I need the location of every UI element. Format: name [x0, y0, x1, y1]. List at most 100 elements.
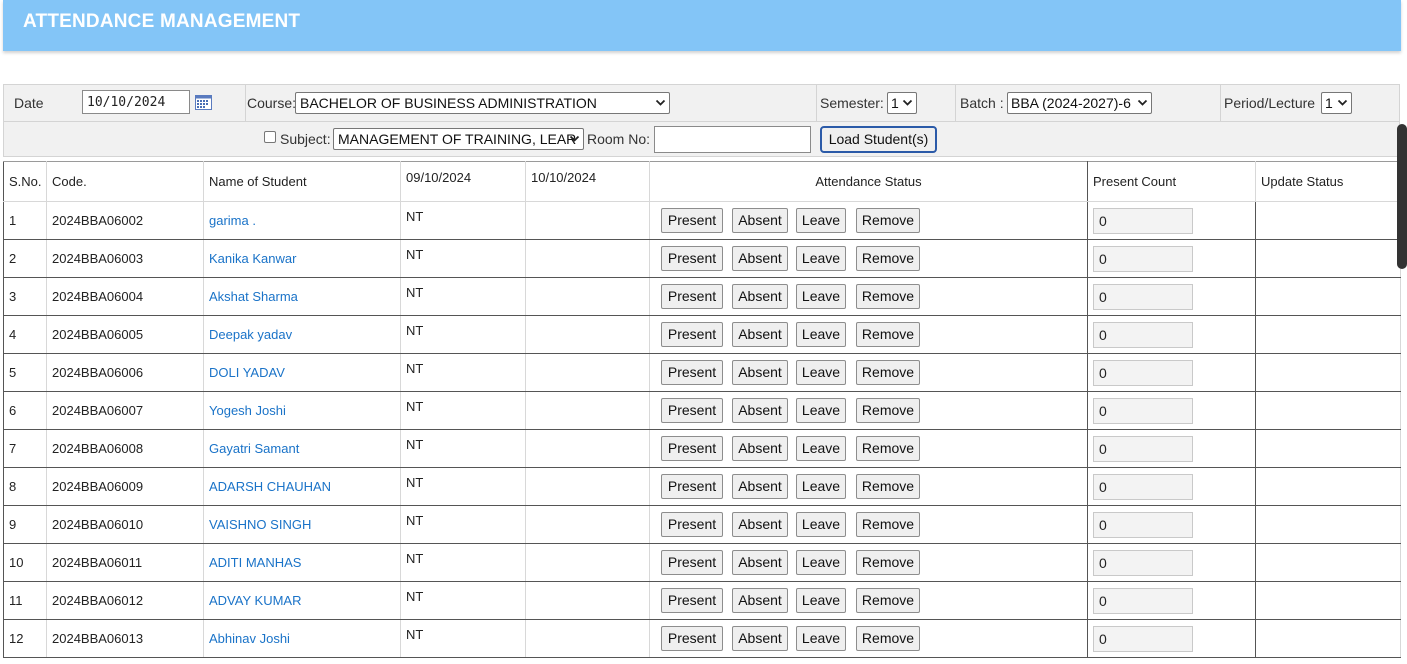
- batch-select[interactable]: BBA (2024-2027)-6: [1007, 92, 1152, 114]
- present-button[interactable]: Present: [661, 588, 723, 613]
- present-count-input[interactable]: 0: [1093, 207, 1193, 234]
- student-name-link[interactable]: Akshat Sharma: [209, 289, 298, 304]
- present-count-input[interactable]: 0: [1093, 435, 1193, 462]
- leave-button[interactable]: Leave: [796, 398, 846, 423]
- cell-attendance: Present Absent Leave Remove: [649, 505, 1088, 544]
- leave-button[interactable]: Leave: [796, 246, 846, 271]
- remove-button[interactable]: Remove: [856, 588, 920, 613]
- present-button[interactable]: Present: [661, 360, 723, 385]
- absent-button[interactable]: Absent: [732, 436, 788, 461]
- cell-update-status: [1255, 277, 1401, 316]
- student-name-link[interactable]: VAISHNO SINGH: [209, 517, 311, 532]
- present-count-input[interactable]: 0: [1093, 625, 1193, 652]
- absent-button[interactable]: Absent: [732, 322, 788, 347]
- absent-button[interactable]: Absent: [732, 626, 788, 651]
- remove-button[interactable]: Remove: [856, 512, 920, 537]
- chevron-down-icon: [1337, 99, 1348, 106]
- cell-date-1: NT: [400, 467, 526, 506]
- student-name-link[interactable]: ADARSH CHAUHAN: [209, 479, 331, 494]
- present-button[interactable]: Present: [661, 474, 723, 499]
- table-row: 11 2024BBA06012 ADVAY KUMAR NT Present Absent…: [3, 581, 1401, 620]
- present-count-input[interactable]: 0: [1093, 587, 1193, 614]
- student-name-link[interactable]: ADITI MANHAS: [209, 555, 301, 570]
- present-button[interactable]: Present: [661, 284, 723, 309]
- present-button[interactable]: Present: [661, 246, 723, 271]
- present-count-input[interactable]: 0: [1093, 283, 1193, 310]
- student-name-link[interactable]: ADVAY KUMAR: [209, 593, 301, 608]
- room-input[interactable]: [654, 126, 811, 153]
- cell-code: 2024BBA06005: [46, 315, 204, 354]
- date-input[interactable]: 10/10/2024: [82, 90, 190, 114]
- present-count-input[interactable]: 0: [1093, 397, 1193, 424]
- present-button[interactable]: Present: [661, 626, 723, 651]
- leave-button[interactable]: Leave: [796, 436, 846, 461]
- present-button[interactable]: Present: [661, 398, 723, 423]
- room-label: Room No:: [587, 131, 651, 147]
- load-students-button[interactable]: Load Student(s): [820, 126, 937, 153]
- course-select[interactable]: BACHELOR OF BUSINESS ADMINISTRATION: [295, 92, 670, 114]
- student-name-link[interactable]: Gayatri Samant: [209, 441, 299, 456]
- cell-code: 2024BBA06003: [46, 239, 204, 278]
- leave-button[interactable]: Leave: [796, 360, 846, 385]
- present-count-input[interactable]: 0: [1093, 359, 1193, 386]
- leave-button[interactable]: Leave: [796, 626, 846, 651]
- student-name-link[interactable]: Kanika Kanwar: [209, 251, 296, 266]
- absent-button[interactable]: Absent: [732, 284, 788, 309]
- present-count-input[interactable]: 0: [1093, 473, 1193, 500]
- student-name-link[interactable]: Abhinav Joshi: [209, 631, 290, 646]
- absent-button[interactable]: Absent: [732, 474, 788, 499]
- remove-button[interactable]: Remove: [856, 284, 920, 309]
- table-row: 10 2024BBA06011 ADITI MANHAS NT Present Absen…: [3, 543, 1401, 582]
- remove-button[interactable]: Remove: [856, 322, 920, 347]
- present-count-input[interactable]: 0: [1093, 245, 1193, 272]
- student-name-link[interactable]: garima .: [209, 213, 256, 228]
- present-button[interactable]: Present: [661, 208, 723, 233]
- absent-button[interactable]: Absent: [732, 512, 788, 537]
- present-count-input[interactable]: 0: [1093, 321, 1193, 348]
- col-header-name: Name of Student: [203, 161, 401, 202]
- student-name-link[interactable]: DOLI YADAV: [209, 365, 285, 380]
- absent-button[interactable]: Absent: [732, 360, 788, 385]
- chevron-down-icon: [902, 99, 913, 106]
- present-button[interactable]: Present: [661, 322, 723, 347]
- cell-present-count: 0: [1087, 543, 1256, 582]
- subject-select[interactable]: MANAGEMENT OF TRAINING, LEAR: [333, 128, 584, 150]
- remove-button[interactable]: Remove: [856, 550, 920, 575]
- table-row: 6 2024BBA06007 Yogesh Joshi NT Present Absent…: [3, 391, 1401, 430]
- cell-present-count: 0: [1087, 505, 1256, 544]
- leave-button[interactable]: Leave: [796, 512, 846, 537]
- remove-button[interactable]: Remove: [856, 436, 920, 461]
- absent-button[interactable]: Absent: [732, 550, 788, 575]
- batch-select-value: BBA (2024-2027)-6: [1011, 95, 1131, 111]
- remove-button[interactable]: Remove: [856, 208, 920, 233]
- present-button[interactable]: Present: [661, 436, 723, 461]
- calendar-icon[interactable]: [195, 95, 212, 110]
- absent-button[interactable]: Absent: [732, 246, 788, 271]
- leave-button[interactable]: Leave: [796, 588, 846, 613]
- remove-button[interactable]: Remove: [856, 474, 920, 499]
- leave-button[interactable]: Leave: [796, 208, 846, 233]
- leave-button[interactable]: Leave: [796, 550, 846, 575]
- present-count-input[interactable]: 0: [1093, 549, 1193, 576]
- leave-button[interactable]: Leave: [796, 284, 846, 309]
- cell-attendance: Present Absent Leave Remove: [649, 467, 1088, 506]
- remove-button[interactable]: Remove: [856, 398, 920, 423]
- period-select[interactable]: 1: [1321, 92, 1352, 114]
- absent-button[interactable]: Absent: [732, 588, 788, 613]
- present-button[interactable]: Present: [661, 512, 723, 537]
- present-count-input[interactable]: 0: [1093, 511, 1193, 538]
- subject-checkbox[interactable]: [264, 131, 276, 143]
- scrollbar-thumb[interactable]: [1397, 124, 1407, 269]
- col-header-sno: S.No.: [3, 161, 47, 202]
- absent-button[interactable]: Absent: [732, 208, 788, 233]
- student-name-link[interactable]: Deepak yadav: [209, 327, 292, 342]
- remove-button[interactable]: Remove: [856, 626, 920, 651]
- leave-button[interactable]: Leave: [796, 322, 846, 347]
- present-button[interactable]: Present: [661, 550, 723, 575]
- remove-button[interactable]: Remove: [856, 246, 920, 271]
- semester-select[interactable]: 1: [887, 92, 917, 114]
- remove-button[interactable]: Remove: [856, 360, 920, 385]
- leave-button[interactable]: Leave: [796, 474, 846, 499]
- absent-button[interactable]: Absent: [732, 398, 788, 423]
- student-name-link[interactable]: Yogesh Joshi: [209, 403, 286, 418]
